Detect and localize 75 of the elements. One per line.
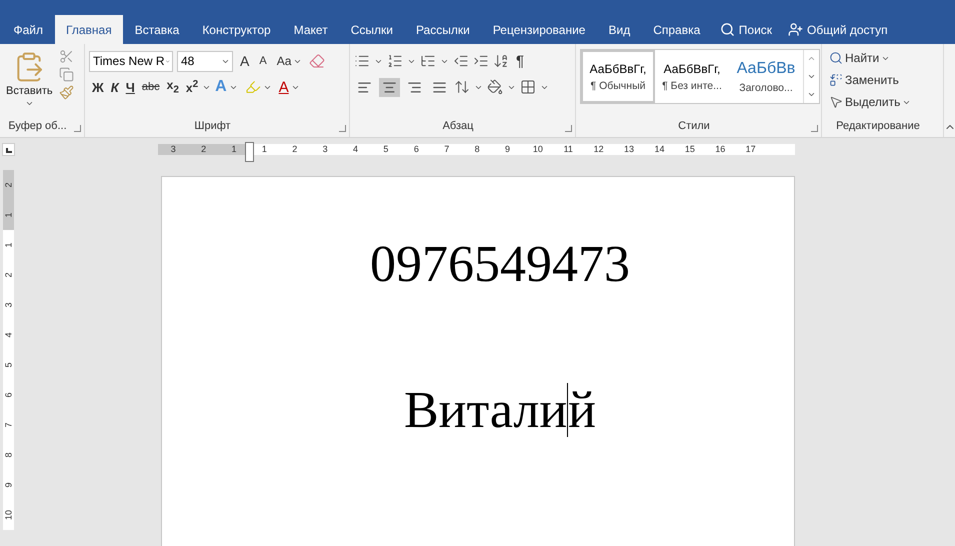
- group-label: Абзац: [442, 120, 474, 134]
- group-label: Редактирование: [835, 120, 921, 134]
- paste-button[interactable]: Вставить: [4, 49, 55, 120]
- select-button[interactable]: Выделить: [826, 93, 914, 111]
- decrease-indent-icon[interactable]: [453, 53, 469, 69]
- dialog-launcher-icon[interactable]: [811, 125, 818, 132]
- ribbon-tab[interactable]: Вид: [596, 15, 642, 44]
- share-button[interactable]: Общий доступ: [780, 15, 896, 44]
- sort-icon[interactable]: [493, 53, 509, 69]
- group-label: Шрифт: [193, 120, 232, 134]
- replace-icon[interactable]: [829, 73, 843, 87]
- ribbon-tab[interactable]: Макет: [282, 15, 340, 44]
- search-icon: [720, 22, 735, 37]
- multilevel-list-icon[interactable]: [420, 53, 436, 69]
- search-icon[interactable]: [829, 51, 843, 65]
- dialog-launcher-icon[interactable]: [565, 125, 572, 132]
- font-size-field[interactable]: 48: [177, 50, 233, 72]
- line-spacing-icon[interactable]: [454, 79, 470, 95]
- cut-icon[interactable]: [58, 49, 74, 64]
- style-preview: АаБбВв: [736, 60, 796, 78]
- pointer-icon[interactable]: [829, 95, 843, 109]
- format-button[interactable]: К: [108, 78, 122, 96]
- style-preview: АаБбВвГг,: [664, 62, 720, 76]
- ribbon-tab[interactable]: Рецензирование: [481, 15, 597, 44]
- text-cursor: [567, 383, 568, 437]
- eraser-icon[interactable]: [309, 53, 326, 69]
- style-name: ¶ Обычный: [590, 80, 646, 92]
- style-preview: АаБбВвГг,: [590, 62, 646, 76]
- borders-icon[interactable]: [520, 79, 536, 95]
- style-item[interactable]: АаБбВвГг, ¶ Без инте...: [655, 50, 729, 103]
- align-icon: [432, 80, 447, 94]
- dialog-launcher-icon[interactable]: [74, 125, 81, 132]
- ribbon-tab[interactable]: Справка: [642, 15, 712, 44]
- tab-stop-button[interactable]: [2, 142, 15, 156]
- document-text: Виталий: [404, 381, 596, 441]
- group-label: Стили: [677, 120, 711, 134]
- dialog-launcher-icon[interactable]: [339, 125, 346, 132]
- format-button[interactable]: abc: [138, 79, 163, 95]
- align-icon: [407, 80, 422, 94]
- ribbon-tab[interactable]: Главная: [54, 15, 124, 44]
- align-button[interactable]: [379, 78, 400, 96]
- style-name: ¶ Без инте...: [662, 80, 722, 92]
- font-color-button[interactable]: A: [276, 76, 303, 98]
- format-button[interactable]: x$^{2}$: [182, 77, 202, 97]
- ribbon-tab[interactable]: Рассылки: [404, 15, 482, 44]
- dropdown-caret-icon[interactable]: [24, 99, 34, 108]
- style-item[interactable]: АаБбВвГг, ¶ Обычный: [581, 50, 655, 103]
- increase-indent-icon[interactable]: [473, 53, 489, 69]
- format-button[interactable]: Ч: [122, 78, 138, 96]
- ribbon-tab[interactable]: Файл: [2, 15, 55, 44]
- grow-font-button[interactable]: A: [237, 51, 252, 71]
- find-button[interactable]: Найти: [826, 49, 894, 67]
- format-button[interactable]: x$_{2}$: [164, 76, 182, 98]
- align-icon: [357, 80, 372, 94]
- style-item[interactable]: АаБбВв Заголово...: [729, 50, 803, 103]
- shading-icon[interactable]: [487, 79, 503, 95]
- ribbon-tab[interactable]: Ссылки: [339, 15, 404, 44]
- numbering-icon[interactable]: [387, 53, 403, 69]
- search-button[interactable]: Поиск: [712, 15, 780, 44]
- indent-marker[interactable]: [245, 142, 254, 162]
- align-icon: [382, 80, 397, 94]
- change-case-button[interactable]: Aa: [274, 52, 306, 70]
- shrink-font-button[interactable]: A: [256, 53, 270, 69]
- person-add-icon: [788, 22, 804, 37]
- copy-icon[interactable]: [58, 67, 74, 82]
- ribbon-tab[interactable]: Вставка: [123, 15, 191, 44]
- format-button[interactable]: Ж: [89, 78, 107, 96]
- style-name: Заголово...: [739, 82, 793, 94]
- brush-icon[interactable]: [58, 85, 74, 100]
- group-label: Буфер об...: [7, 120, 68, 134]
- document-text: 0976549473: [370, 235, 630, 295]
- ribbon-tab[interactable]: Конструктор: [190, 15, 282, 44]
- show-marks-button[interactable]: ¶: [513, 50, 528, 72]
- font-name-field[interactable]: Times New R: [89, 50, 173, 72]
- replace-button[interactable]: Заменить: [826, 71, 902, 89]
